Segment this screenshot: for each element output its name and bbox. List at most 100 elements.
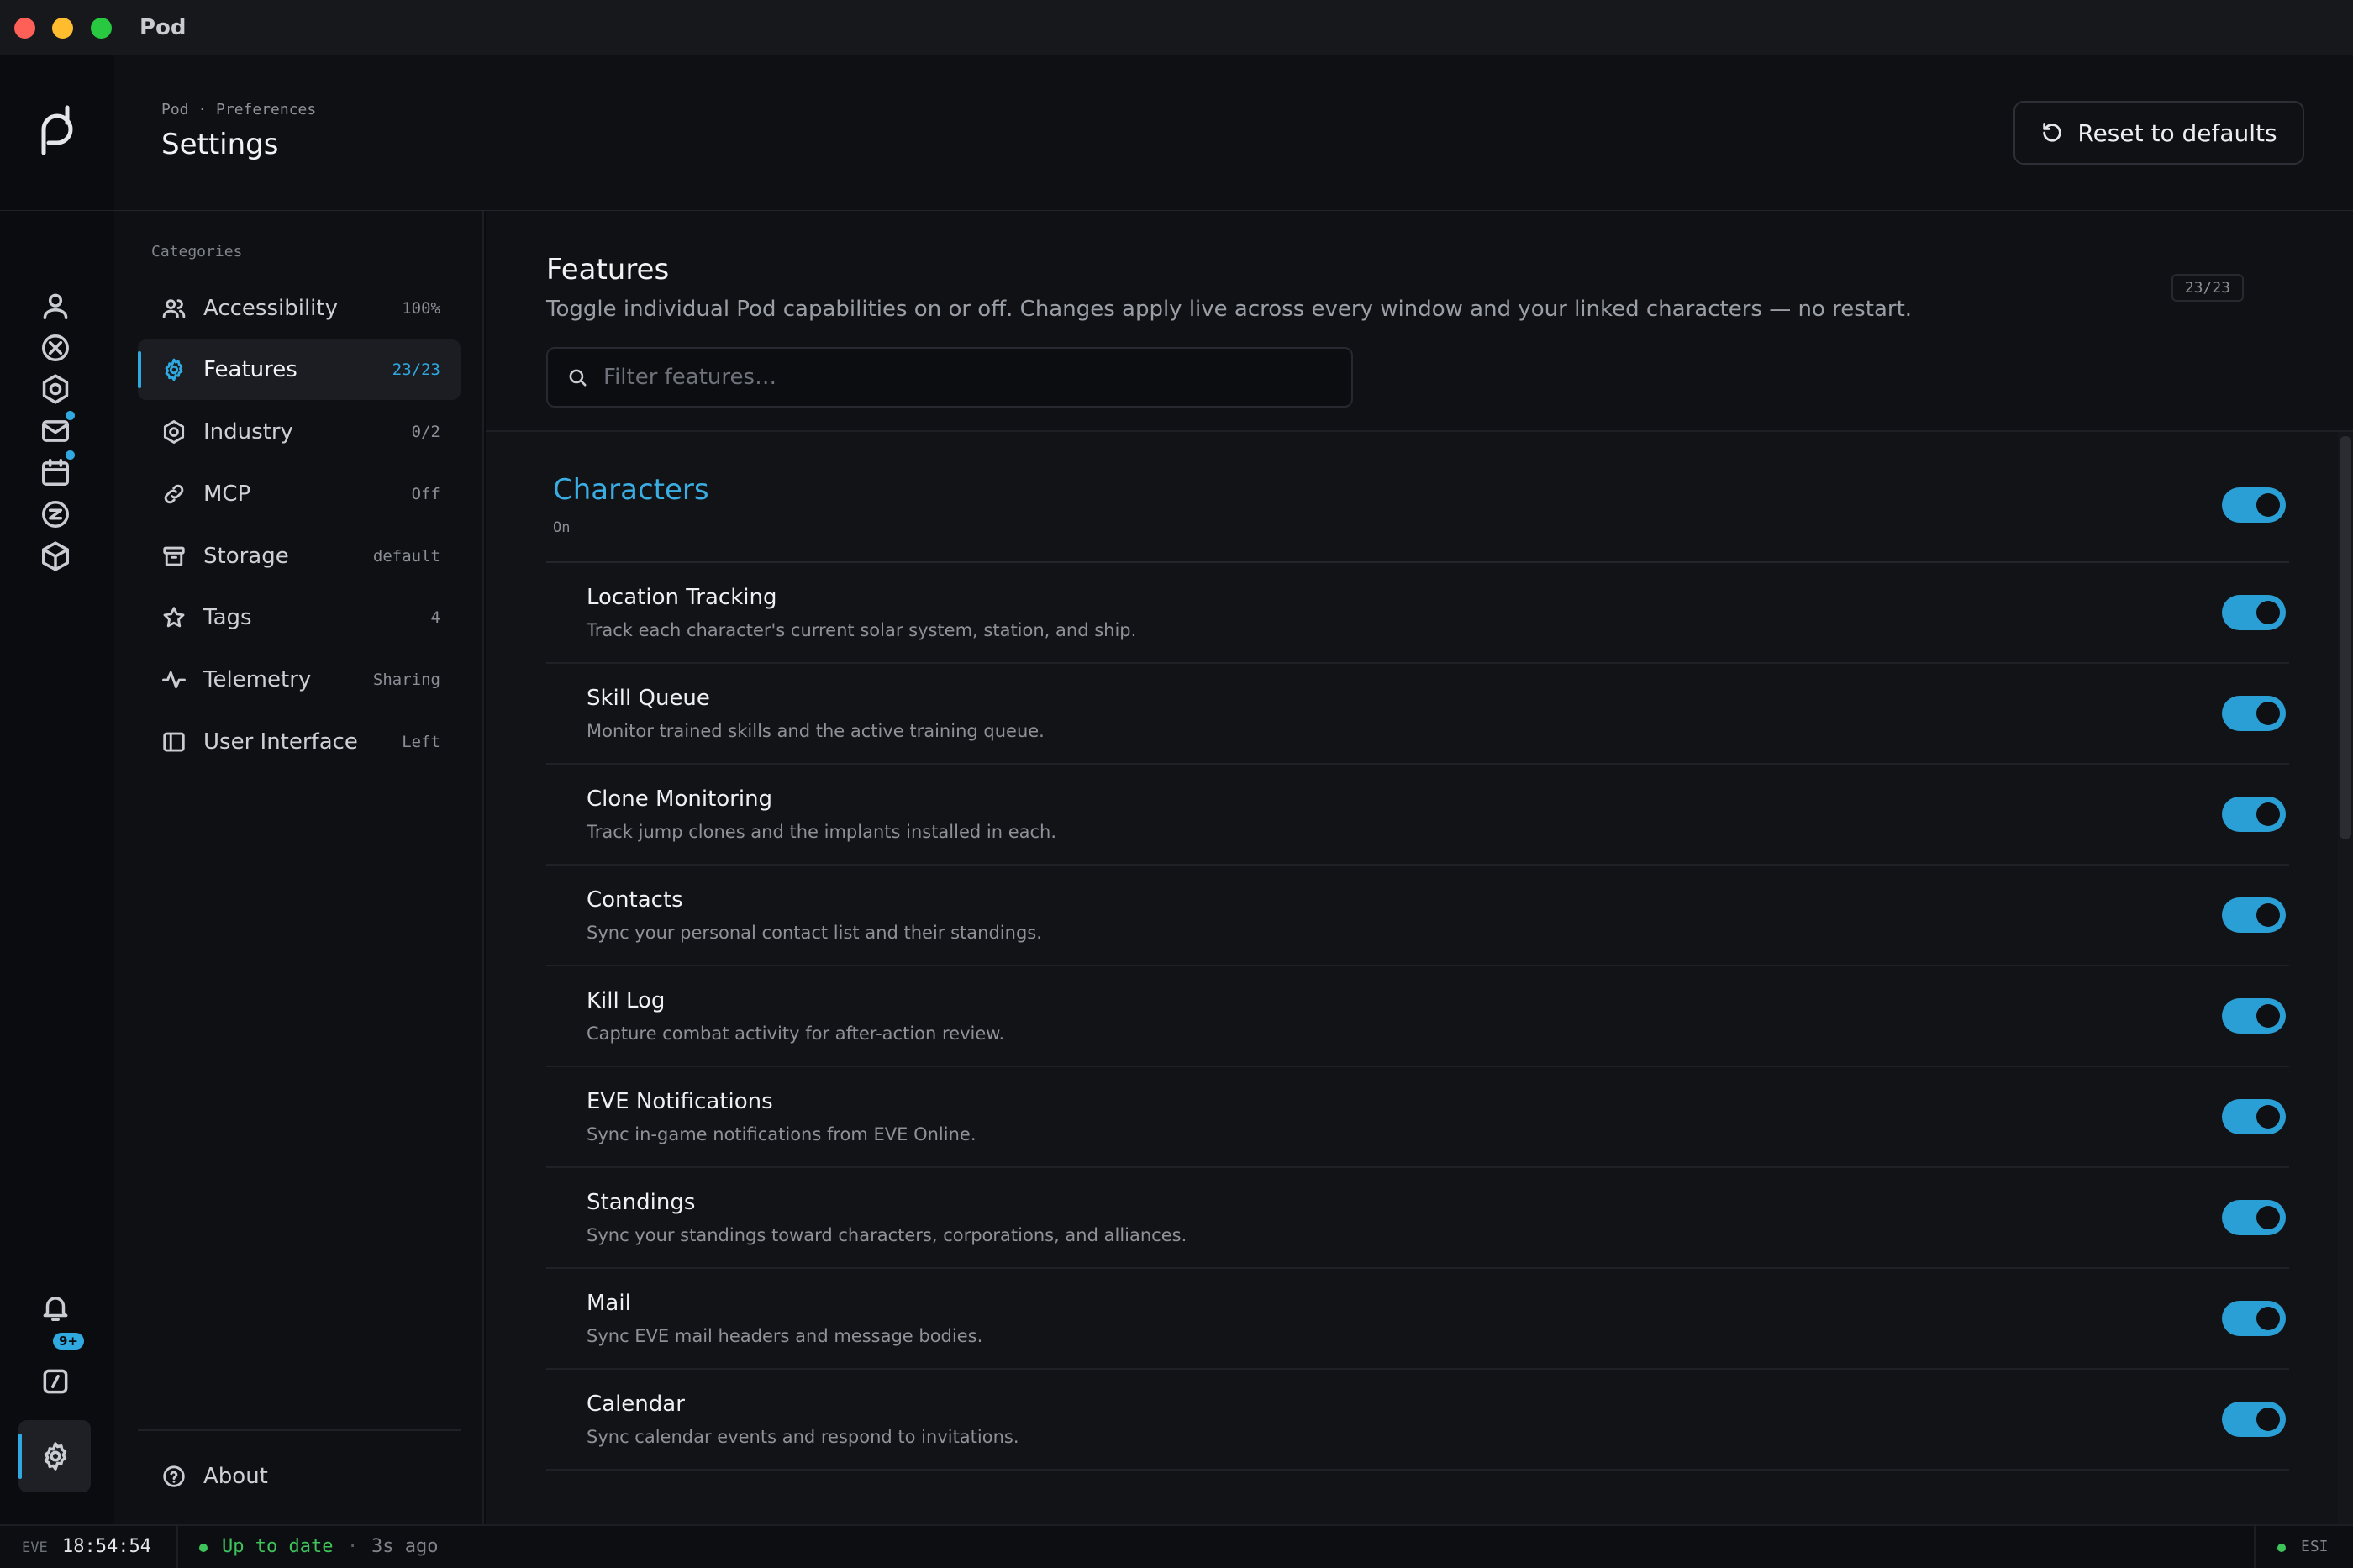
group-title-characters[interactable]: Characters [553, 473, 709, 507]
star-icon [160, 603, 188, 632]
feature-row-contacts: Contacts Sync your personal contact list… [546, 866, 2289, 966]
feature-description: Sync in-game notifications from EVE Onli… [587, 1124, 976, 1144]
scrollbar-thumb[interactable] [2340, 436, 2351, 839]
rail-settings-button[interactable] [34, 1434, 77, 1478]
category-value: 23/23 [392, 360, 440, 379]
clone-monitoring-toggle[interactable] [2222, 797, 2286, 832]
feature-name: Contacts [587, 887, 683, 913]
features-count-chip: 23/23 [2171, 274, 2244, 302]
category-mcp[interactable]: MCP Off [138, 464, 461, 524]
feature-row-eve-notifications: EVE Notifications Sync in-game notificat… [546, 1067, 2289, 1168]
hexagon-icon [160, 418, 188, 446]
feature-name: Location Tracking [587, 585, 777, 610]
status-separator-right [2254, 1526, 2256, 1568]
status-middot: · [347, 1536, 359, 1557]
rail-characters-button[interactable] [34, 284, 77, 328]
feature-name: Kill Log [587, 988, 666, 1013]
about-label: About [203, 1464, 268, 1489]
category-features[interactable]: Features 23/23 [138, 339, 461, 400]
rail-combat-button[interactable] [34, 326, 77, 370]
category-user-interface[interactable]: User Interface Left [138, 712, 461, 772]
rail-command-button[interactable] [34, 1360, 77, 1403]
feature-row-kill-log: Kill Log Capture combat activity for aft… [546, 966, 2289, 1067]
feature-name: EVE Notifications [587, 1089, 773, 1114]
gear-icon [44, 1442, 67, 1471]
app-logo[interactable] [0, 55, 114, 211]
reset-to-defaults-button[interactable]: Reset to defaults [2013, 101, 2304, 165]
category-value: 0/2 [411, 423, 440, 441]
categories-divider [138, 1429, 461, 1431]
minimize-window-button[interactable] [52, 18, 73, 39]
esi-status[interactable]: ESI [2301, 1538, 2329, 1555]
filter-features-input[interactable] [603, 352, 1326, 403]
rail-standings-button[interactable] [34, 492, 77, 536]
pod-logo-icon [41, 105, 73, 155]
sync-status[interactable]: Up to date [222, 1536, 333, 1557]
calendar-toggle[interactable] [2222, 1402, 2286, 1437]
rail-mail-button[interactable] [34, 409, 77, 453]
characters-group-toggle[interactable] [2222, 487, 2286, 523]
category-label: Features [203, 357, 297, 382]
gear-icon [160, 355, 188, 384]
category-accessibility[interactable]: Accessibility 100% [138, 278, 461, 339]
about-link[interactable]: About [138, 1446, 461, 1507]
feature-row-skill-queue: Skill Queue Monitor trained skills and t… [546, 664, 2289, 765]
notification-badge: 9+ [53, 1333, 85, 1350]
category-label: Tags [203, 605, 252, 630]
category-value: 100% [402, 299, 440, 318]
rail-industry-button[interactable] [34, 367, 77, 411]
sync-status-dot [199, 1544, 208, 1552]
group-state: On [553, 519, 571, 536]
eve-notifications-toggle[interactable] [2222, 1099, 2286, 1134]
maximize-window-button[interactable] [91, 18, 112, 39]
window-title: Pod [139, 15, 187, 40]
section-title: Features [546, 253, 670, 287]
help-circle-icon [160, 1462, 188, 1491]
feature-description: Capture combat activity for after-action… [587, 1023, 1005, 1044]
users-icon [160, 294, 188, 323]
rail-notifications-button[interactable] [34, 1286, 77, 1329]
feature-description: Sync EVE mail headers and message bodies… [587, 1326, 983, 1346]
status-separator [176, 1526, 178, 1568]
feature-row-standings: Standings Sync your standings toward cha… [546, 1168, 2289, 1269]
mail-unread-dot [66, 411, 75, 420]
kill-log-toggle[interactable] [2222, 998, 2286, 1034]
category-value: 4 [430, 608, 440, 627]
category-telemetry[interactable]: Telemetry Sharing [138, 650, 461, 710]
feature-description: Sync your personal contact list and thei… [587, 923, 1042, 943]
feature-description: Track jump clones and the implants insta… [587, 822, 1057, 842]
category-storage[interactable]: Storage default [138, 526, 461, 587]
cube-icon [42, 541, 69, 571]
breadcrumb: Pod · Preferences [161, 101, 317, 118]
categories-heading: Categories [151, 243, 243, 260]
esi-status-dot [2277, 1544, 2286, 1552]
archive-icon [160, 542, 188, 571]
category-label: User Interface [203, 729, 358, 755]
rail-calendar-button[interactable] [34, 450, 77, 494]
mail-toggle[interactable] [2222, 1301, 2286, 1336]
skill-queue-toggle[interactable] [2222, 696, 2286, 731]
category-industry[interactable]: Industry 0/2 [138, 402, 461, 462]
circle-z-icon [42, 501, 69, 528]
standings-toggle[interactable] [2222, 1200, 2286, 1235]
feature-description: Sync your standings toward characters, c… [587, 1225, 1187, 1245]
circle-x-icon [42, 334, 69, 361]
status-bar: EVE 18:54:54 Up to date · 3s ago ESI [0, 1524, 2353, 1568]
page-header: Pod · Preferences Settings Reset to defa… [114, 55, 2353, 211]
rail-active-indicator [18, 1434, 22, 1479]
feature-description: Monitor trained skills and the active tr… [587, 721, 1045, 741]
calendar-unread-dot [66, 450, 75, 460]
filter-features-field[interactable] [546, 347, 1353, 408]
slash-square-icon [43, 1369, 68, 1394]
reset-icon [2043, 123, 2062, 142]
feature-name: Calendar [587, 1392, 685, 1417]
user-icon [43, 293, 68, 319]
eve-time-label: EVE [22, 1539, 48, 1556]
close-window-button[interactable] [14, 18, 35, 39]
rail-assets-button[interactable] [34, 534, 77, 578]
contacts-toggle[interactable] [2222, 897, 2286, 933]
mail-icon [42, 420, 69, 442]
category-label: MCP [203, 481, 251, 507]
location-tracking-toggle[interactable] [2222, 595, 2286, 630]
category-tags[interactable]: Tags 4 [138, 587, 461, 648]
